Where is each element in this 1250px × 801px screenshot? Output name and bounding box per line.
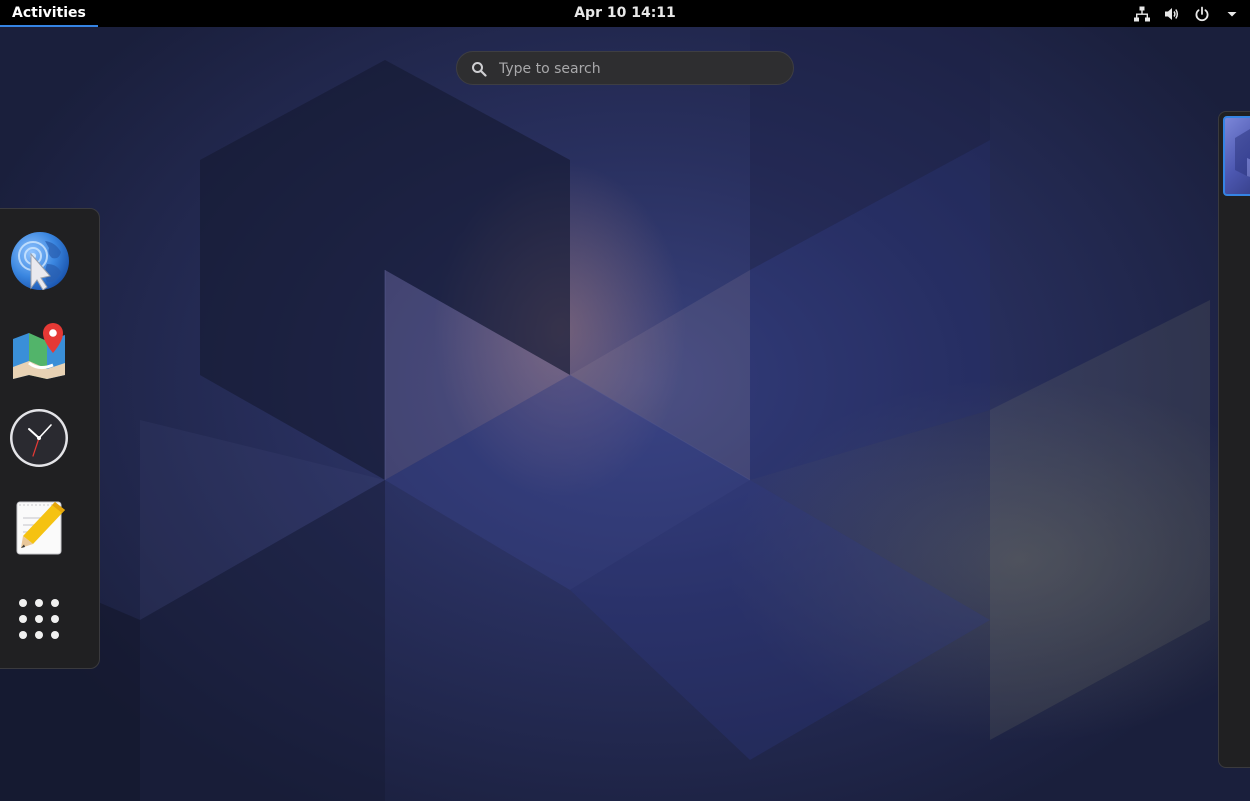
dash-item-clocks[interactable] (7, 406, 71, 470)
wallpaper-art (0, 30, 1210, 801)
volume-high-icon[interactable] (1164, 6, 1180, 22)
web-browser-icon (11, 232, 69, 290)
top-bar: Activities Apr 10 14:11 (0, 0, 1250, 27)
workspace-thumbnail-preview (1235, 129, 1250, 177)
workspace-thumbnail[interactable] (1223, 116, 1250, 196)
dash (0, 208, 100, 669)
dash-item-text-editor[interactable] (7, 496, 71, 560)
desktop-background (0, 0, 1250, 801)
search-input[interactable] (497, 52, 781, 86)
system-tray[interactable] (1134, 0, 1240, 27)
show-apps-button[interactable] (7, 587, 71, 651)
clocks-icon (10, 409, 68, 467)
dash-item-maps[interactable] (7, 317, 71, 381)
dash-item-web-browser[interactable] (7, 228, 71, 292)
network-wired-icon[interactable] (1134, 6, 1150, 22)
date-time-clock[interactable]: Apr 10 14:11 (574, 5, 676, 21)
power-icon[interactable] (1194, 6, 1210, 22)
show-apps-grid-icon (19, 599, 59, 639)
search-box[interactable] (456, 51, 794, 86)
activities-button[interactable]: Activities (0, 0, 98, 27)
maps-icon (13, 323, 65, 379)
text-editor-icon (16, 501, 65, 555)
search-icon (472, 62, 487, 77)
chevron-down-icon[interactable] (1224, 6, 1240, 22)
workspace-switcher (1218, 111, 1250, 768)
